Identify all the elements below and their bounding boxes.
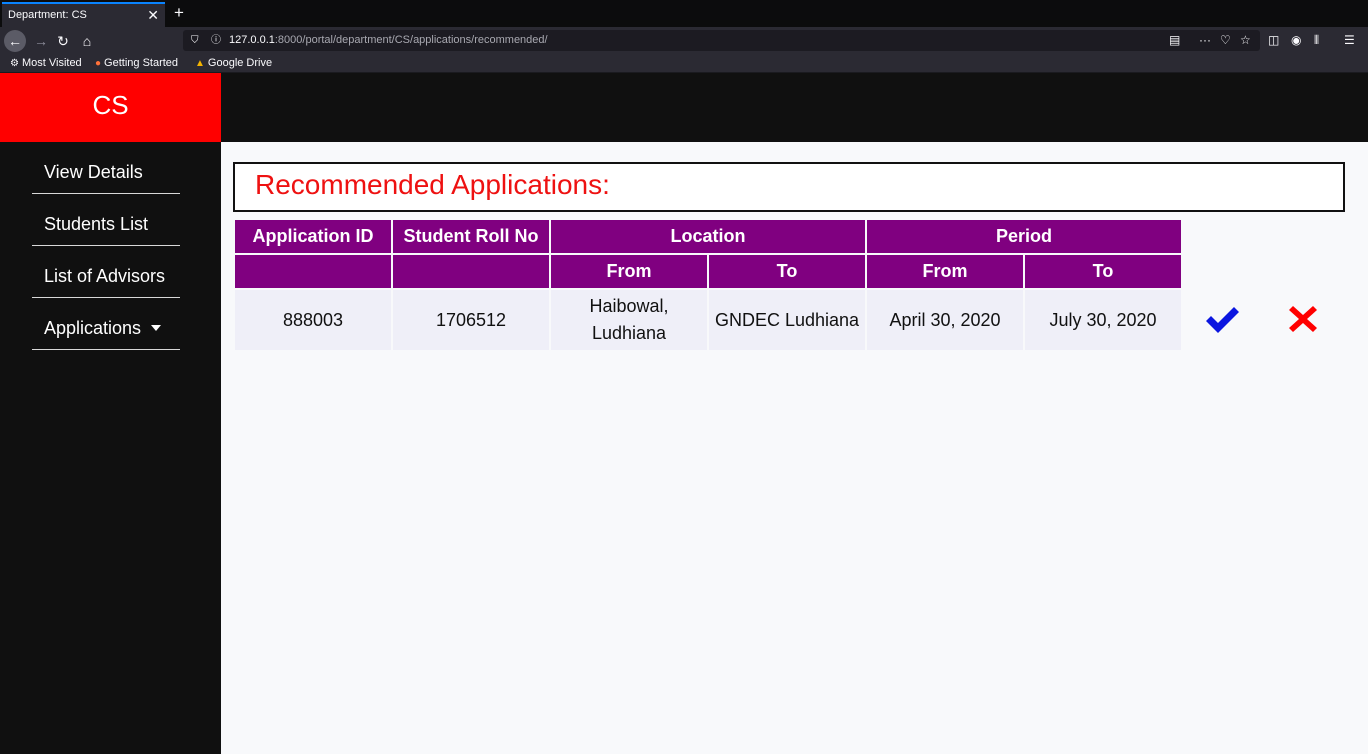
cell-period-to: July 30, 2020 <box>1025 290 1181 350</box>
header-period: Period <box>867 220 1181 253</box>
bookmark-star-icon[interactable]: ☆ <box>1240 30 1251 51</box>
cell-student-roll-no: 1706512 <box>393 290 549 350</box>
header-period-from: From <box>867 255 1023 288</box>
tab-close-icon[interactable]: ✕ <box>147 4 159 26</box>
sidebar-item-label: Students List <box>44 214 149 234</box>
shield-icon[interactable]: ⛉ <box>191 30 199 51</box>
page: CS View Details Students List List of Ad… <box>0 73 1368 754</box>
pocket-icon[interactable]: ♡ <box>1220 30 1231 51</box>
header-location-from: From <box>551 255 707 288</box>
header-application-id: Application ID <box>235 220 391 253</box>
header-blank <box>235 255 391 288</box>
bookmarks-bar: ⚙ Most Visited ● Getting Started ▲ Google D… <box>0 54 1368 73</box>
browser-tab-bar: Department: CS ✕ + <box>0 0 1368 27</box>
bookmark-getting-started[interactable]: ● Getting Started <box>95 54 178 73</box>
cell-location-from: Haibowal, Ludhiana <box>551 290 707 350</box>
cell-location-to: GNDEC Ludhiana <box>709 290 865 350</box>
header-period-to: To <box>1025 255 1181 288</box>
url-text: 127.0.0.1:8000/portal/department/CS/appl… <box>229 34 548 46</box>
url-bar[interactable]: ⛉ ⓘ 127.0.0.1:8000/portal/department/CS/… <box>183 30 1260 51</box>
new-tab-icon[interactable]: + <box>170 2 188 24</box>
sidebar-item-label: List of Advisors <box>44 266 166 286</box>
reject-x-icon[interactable] <box>1288 304 1318 334</box>
sidebar-item-applications[interactable]: Applications <box>32 298 180 350</box>
approve-check-icon[interactable] <box>1204 304 1240 336</box>
reload-icon[interactable]: ↻ <box>52 30 74 52</box>
sidebar-item-label: Applications <box>44 318 142 338</box>
header-student-roll-no: Student Roll No <box>393 220 549 253</box>
menu-icon[interactable]: ☰ <box>1344 30 1355 51</box>
reader-view-icon[interactable]: ▤ <box>1169 30 1180 51</box>
cell-period-from: April 30, 2020 <box>867 290 1023 350</box>
browser-nav-bar: ← → ↻ ⌂ ⛉ ⓘ 127.0.0.1:8000/portal/depart… <box>0 27 1368 54</box>
top-navbar <box>221 73 1368 142</box>
brand-logo[interactable]: CS <box>0 73 221 142</box>
tab-title: Department: CS <box>8 9 87 21</box>
firefox-icon: ● <box>95 58 102 69</box>
forward-icon[interactable]: → <box>30 30 52 52</box>
header-blank <box>393 255 549 288</box>
sidebar-item-students-list[interactable]: Students List <box>32 194 180 246</box>
table-row: 888003 1706512 Haibowal, Ludhiana GNDEC … <box>235 290 1181 350</box>
header-location-to: To <box>709 255 865 288</box>
sidebar-item-view-details[interactable]: View Details <box>32 142 180 194</box>
page-title: Recommended Applications: <box>255 169 610 200</box>
sidebar-item-label: View Details <box>44 162 143 182</box>
more-actions-icon[interactable]: ··· <box>1199 30 1211 51</box>
sidebar: View Details Students List List of Advis… <box>0 142 221 754</box>
bookmark-google-drive[interactable]: ▲ Google Drive <box>195 54 272 73</box>
drive-icon: ▲ <box>195 58 205 69</box>
home-icon[interactable]: ⌂ <box>76 30 98 52</box>
dropdown-caret-icon <box>151 325 162 331</box>
sidebar-item-advisors[interactable]: List of Advisors <box>32 246 180 298</box>
bookmark-most-visited[interactable]: ⚙ Most Visited <box>10 54 82 73</box>
library-icon[interactable]: ⫴ <box>1314 30 1319 51</box>
sidebar-toggle-icon[interactable]: ◫ <box>1268 30 1279 51</box>
info-icon[interactable]: ⓘ <box>211 30 221 51</box>
header-location: Location <box>551 220 865 253</box>
cell-application-id: 888003 <box>235 290 391 350</box>
back-icon[interactable]: ← <box>4 30 26 52</box>
heading-box: Recommended Applications: <box>233 162 1345 212</box>
account-icon[interactable]: ◉ <box>1291 30 1301 51</box>
applications-table: Application ID Student Roll No Location … <box>233 218 1183 352</box>
browser-tab[interactable]: Department: CS ✕ <box>2 2 165 27</box>
gear-icon: ⚙ <box>10 58 19 69</box>
